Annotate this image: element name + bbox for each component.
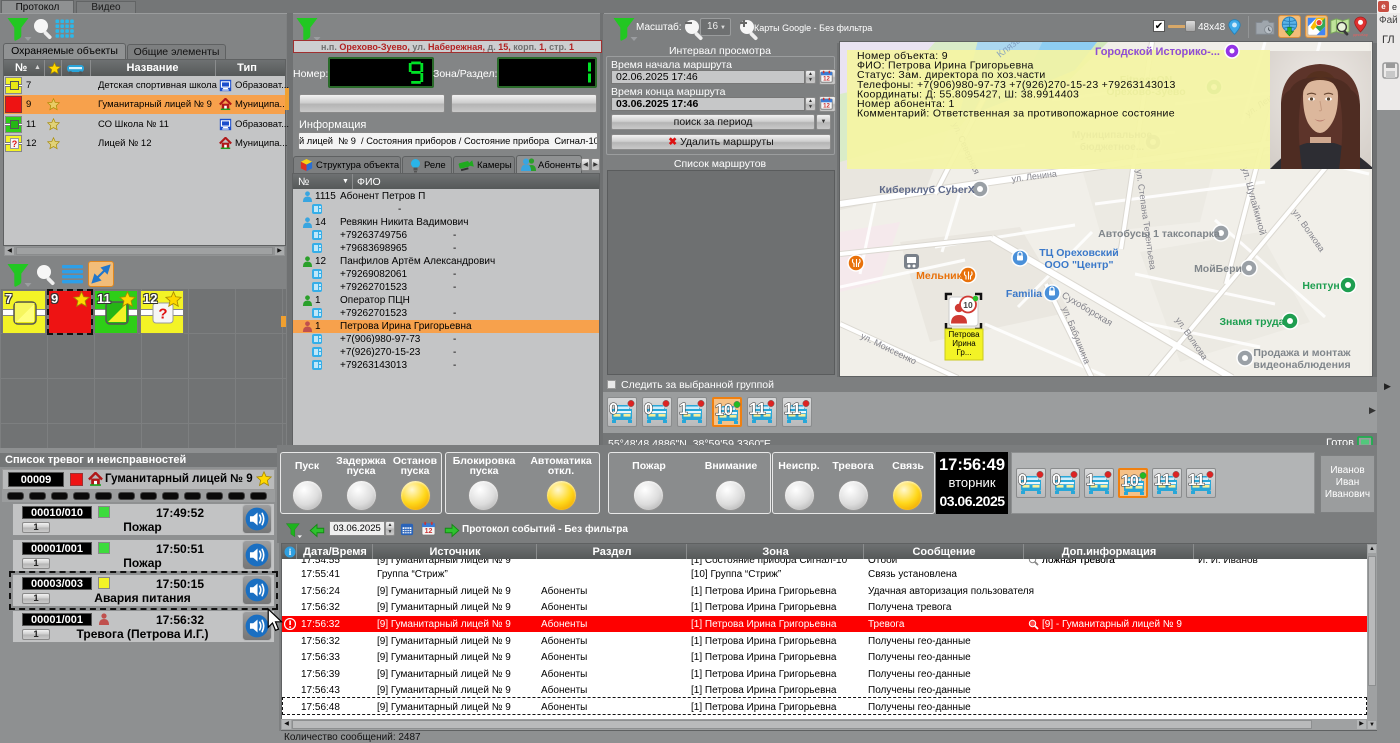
svg-text:Киберклуб CyberX: Киберклуб CyberX [879,184,975,196]
svg-text:11: 11 [749,401,766,418]
svg-text:12: 12 [425,528,433,535]
svg-text:Продажа и монтаж: Продажа и монтаж [1253,347,1351,359]
svg-text:1: 1 [679,401,688,418]
svg-text:1: 1 [1086,472,1095,489]
svg-text:Автобусы 1 таксопарка: Автобусы 1 таксопарка [1098,228,1220,240]
svg-text:11: 11 [784,401,801,418]
svg-text:12: 12 [823,76,830,83]
svg-text:11: 11 [1188,472,1205,489]
svg-text:12: 12 [823,103,830,110]
svg-text:ТЦ Ореховский: ТЦ Ореховский [1039,247,1118,259]
svg-text:Гр...: Гр... [957,348,972,357]
svg-text:Нептун: Нептун [1302,280,1339,292]
svg-text:Мельник: Мельник [916,270,963,282]
svg-text:Ирина: Ирина [952,339,976,348]
svg-text:ЯндексКарты: ЯндексКарты [1353,33,1368,37]
svg-text:Комментарий: Ответственная за: Комментарий: Ответственная за противопож… [857,108,1175,120]
svg-text:Петрова: Петрова [948,330,980,339]
svg-text:ООО "Центр": ООО "Центр" [1045,259,1114,271]
svg-text:видеонаблюдения: видеонаблюдения [1253,359,1350,371]
svg-text:0: 0 [644,401,653,418]
svg-text:10: 10 [963,300,973,310]
svg-text:0: 0 [1052,472,1061,489]
svg-text:Городской Историко-...: Городской Историко-... [1095,46,1220,58]
svg-text:Familia: Familia [1006,288,1042,300]
svg-text:0: 0 [1018,472,1027,489]
svg-text:?: ? [158,306,167,323]
svg-text:10: 10 [715,402,733,419]
svg-text:МойБери: МойБери [1194,263,1242,275]
svg-text:11: 11 [1154,472,1171,489]
svg-text:10: 10 [1121,473,1139,490]
svg-text:Знамя труда: Знамя труда [1219,316,1284,328]
svg-text:0: 0 [609,401,618,418]
